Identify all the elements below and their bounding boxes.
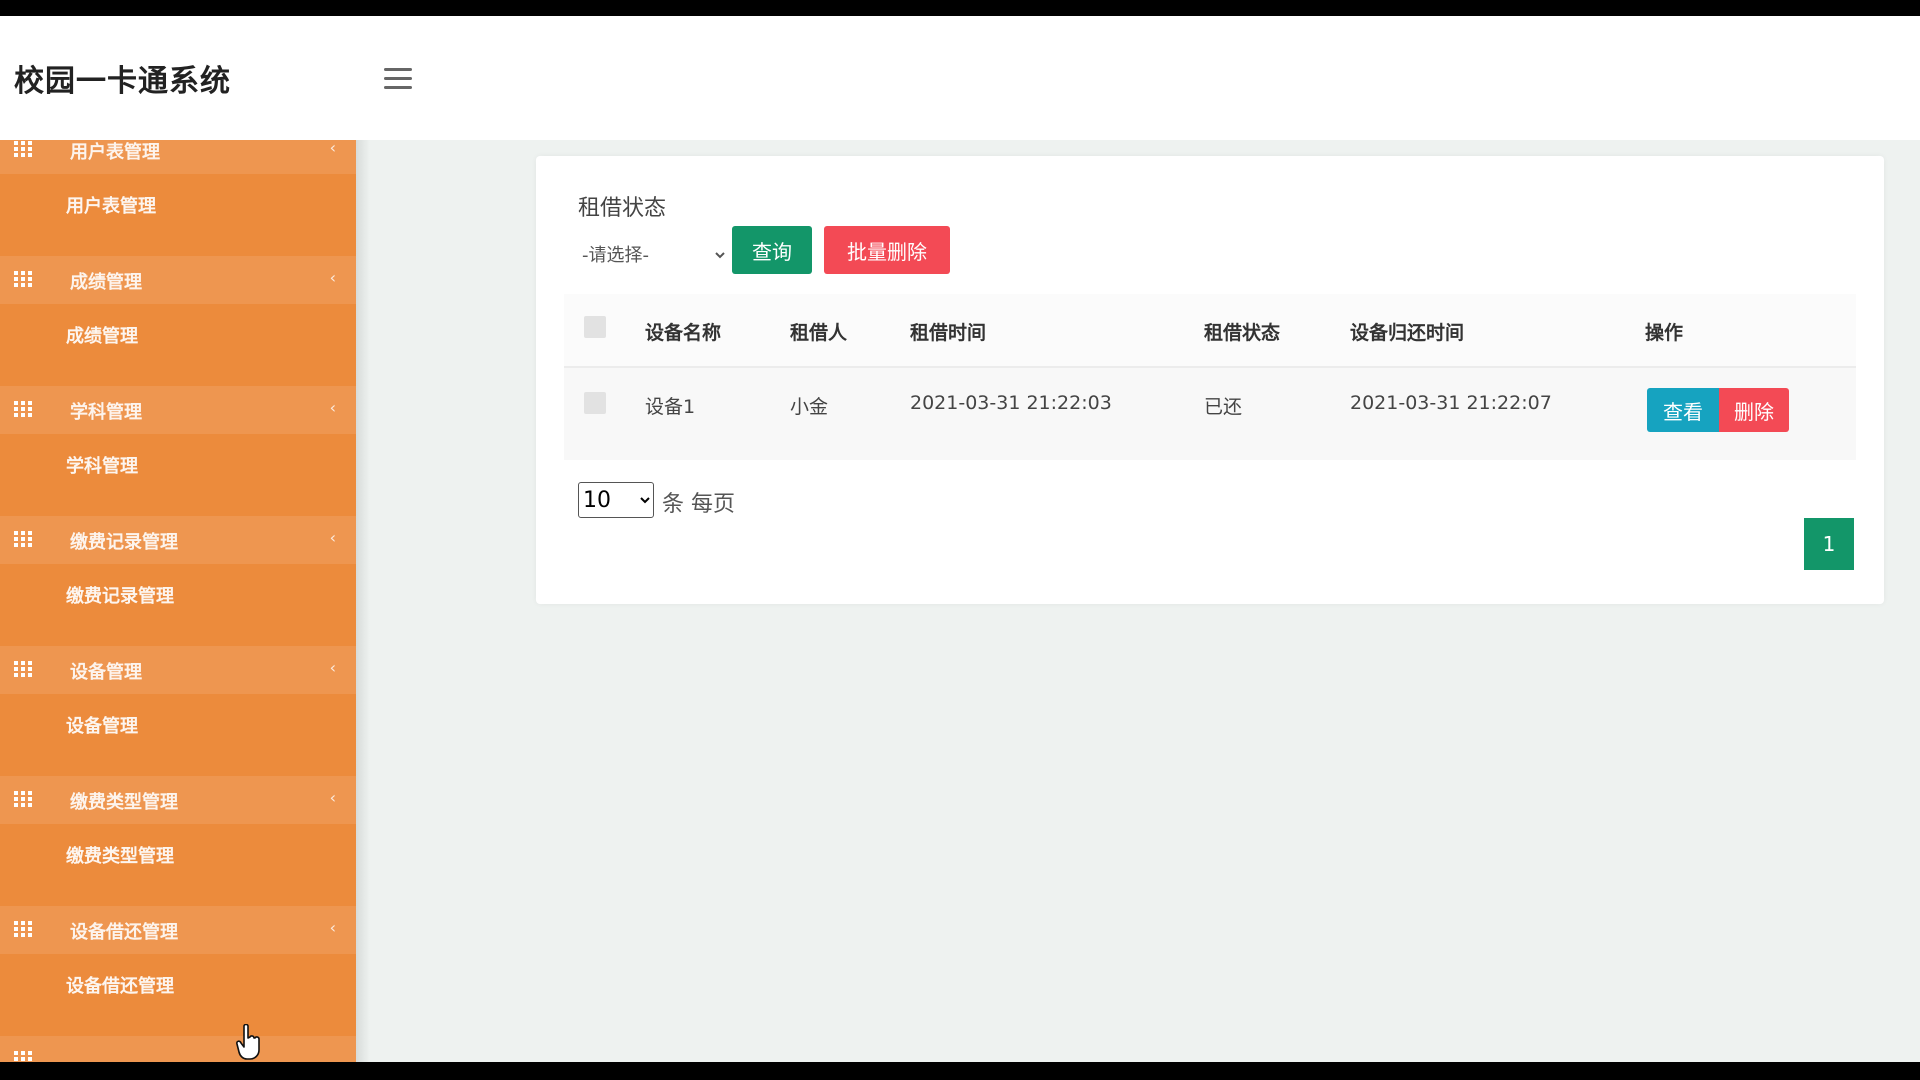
- sidebar-head-payment-record[interactable]: 缴费记录管理 ‹: [0, 516, 356, 564]
- status-select[interactable]: -请选择-: [578, 232, 728, 278]
- header: 校园一卡通系统: [0, 16, 1920, 140]
- content-panel: 租借状态 -请选择- 查询 批量删除 设备名称 租借人 租借时间 租借状态 设备…: [536, 156, 1884, 604]
- sidebar-item-subject[interactable]: 学科管理: [0, 434, 356, 494]
- sidebar-item-label: 缴费记录管理: [66, 586, 174, 607]
- loan-table: 设备名称 租借人 租借时间 租借状态 设备归还时间 操作 设备1 小金 2021…: [564, 294, 1856, 460]
- chevron-icon: ‹: [329, 398, 336, 417]
- sidebar-head-user[interactable]: 用户表管理 ‹: [0, 140, 356, 174]
- header-renter: 租借人: [790, 322, 848, 344]
- batch-delete-button[interactable]: 批量删除: [824, 226, 950, 274]
- sidebar-head-label: 设备管理: [70, 662, 142, 683]
- chevron-icon: ‹: [329, 788, 336, 807]
- sidebar-group-payment-type: 缴费类型管理 ‹ 缴费类型管理: [0, 776, 356, 884]
- sidebar-item-label: 学科管理: [66, 456, 138, 477]
- sidebar-head-label: 设备借还管理: [70, 922, 178, 943]
- sidebar-head-label: 成绩管理: [70, 272, 142, 293]
- header-status: 租借状态: [1204, 322, 1281, 344]
- sidebar-shadow: [356, 140, 370, 1062]
- sidebar-item-user[interactable]: 用户表管理: [0, 174, 356, 234]
- app-title: 校园一卡通系统: [14, 64, 231, 99]
- filter-label: 租借状态: [578, 196, 667, 221]
- sidebar-item-label: 用户表管理: [66, 196, 156, 217]
- grid-icon: [14, 531, 32, 547]
- sidebar-item-device-loan[interactable]: 设备借还管理: [0, 954, 356, 1014]
- chevron-icon: ‹: [329, 918, 336, 937]
- cell-device: 设备1: [645, 396, 696, 418]
- sidebar-group-device: 设备管理 ‹ 设备管理: [0, 646, 356, 754]
- sidebar-item-label: 设备管理: [66, 716, 138, 737]
- sidebar-group-score: 成绩管理 ‹ 成绩管理: [0, 256, 356, 364]
- sidebar-head-label: 缴费记录管理: [70, 532, 178, 553]
- page-size-label: 条 每页: [662, 492, 735, 517]
- grid-icon: [14, 401, 32, 417]
- letterbox-bottom: [0, 1062, 1920, 1080]
- cell-return-time: 2021-03-31 21:22:07: [1350, 392, 1552, 414]
- sidebar-head-label: 缴费类型管理: [70, 792, 178, 813]
- delete-button[interactable]: 删除: [1719, 388, 1789, 432]
- grid-icon: [14, 1051, 32, 1061]
- letterbox-top: [0, 0, 1920, 16]
- grid-icon: [14, 141, 32, 157]
- sidebar-item-device[interactable]: 设备管理: [0, 694, 356, 754]
- sidebar-item-label: 成绩管理: [66, 326, 138, 347]
- grid-icon: [14, 271, 32, 287]
- app-screen: 校园一卡通系统 用户表管理 ‹ 用户表管理 成绩管理 ‹ 成绩管理 学科管理 ‹…: [0, 16, 1920, 1062]
- header-rent-time: 租借时间: [910, 322, 987, 344]
- sidebar-head-score[interactable]: 成绩管理 ‹: [0, 256, 356, 304]
- query-button[interactable]: 查询: [732, 226, 812, 274]
- sidebar: 用户表管理 ‹ 用户表管理 成绩管理 ‹ 成绩管理 学科管理 ‹ 学科管理 缴费…: [0, 140, 356, 1062]
- grid-icon: [14, 921, 32, 937]
- table-header: 设备名称 租借人 租借时间 租借状态 设备归还时间 操作: [564, 294, 1856, 368]
- sidebar-group-user: 用户表管理 ‹ 用户表管理: [0, 140, 356, 234]
- grid-icon: [14, 791, 32, 807]
- sidebar-head-label: 学科管理: [70, 402, 142, 423]
- header-device: 设备名称: [645, 322, 722, 344]
- sidebar-item-score[interactable]: 成绩管理: [0, 304, 356, 364]
- sidebar-head-subject[interactable]: 学科管理 ‹: [0, 386, 356, 434]
- page-size-select[interactable]: 10: [578, 482, 654, 518]
- header-return-time: 设备归还时间: [1350, 322, 1465, 344]
- sidebar-item-payment-type[interactable]: 缴费类型管理: [0, 824, 356, 884]
- sidebar-group-subject: 学科管理 ‹ 学科管理: [0, 386, 356, 494]
- sidebar-head-payment-type[interactable]: 缴费类型管理 ‹: [0, 776, 356, 824]
- table-row: 设备1 小金 2021-03-31 21:22:03 已还 2021-03-31…: [564, 368, 1856, 460]
- select-all-checkbox[interactable]: [584, 316, 606, 338]
- sidebar-head-label: 用户表管理: [70, 142, 160, 163]
- cell-rent-time: 2021-03-31 21:22:03: [910, 392, 1112, 414]
- sidebar-head-device-loan[interactable]: 设备借还管理 ‹: [0, 906, 356, 954]
- sidebar-head-device[interactable]: 设备管理 ‹: [0, 646, 356, 694]
- chevron-icon: ‹: [329, 658, 336, 677]
- sidebar-item-label: 缴费类型管理: [66, 846, 174, 867]
- sidebar-item-label: 设备借还管理: [66, 976, 174, 997]
- cell-renter: 小金: [790, 396, 829, 418]
- grid-icon: [14, 661, 32, 677]
- sidebar-group-more: [0, 1036, 356, 1062]
- sidebar-item-payment-record[interactable]: 缴费记录管理: [0, 564, 356, 624]
- view-button[interactable]: 查看: [1647, 388, 1719, 432]
- chevron-icon: ‹: [329, 528, 336, 547]
- menu-toggle-icon[interactable]: [384, 68, 412, 90]
- header-actions: 操作: [1645, 322, 1684, 344]
- sidebar-head-more[interactable]: [0, 1036, 356, 1062]
- cell-status: 已还: [1204, 396, 1243, 418]
- sidebar-group-device-loan: 设备借还管理 ‹ 设备借还管理: [0, 906, 356, 1014]
- hand-cursor-icon: [236, 1024, 260, 1060]
- page-1-button[interactable]: 1: [1804, 518, 1854, 570]
- chevron-icon: ‹: [329, 268, 336, 287]
- chevron-icon: ‹: [329, 140, 336, 157]
- sidebar-group-payment-record: 缴费记录管理 ‹ 缴费记录管理: [0, 516, 356, 624]
- row-checkbox[interactable]: [584, 392, 606, 414]
